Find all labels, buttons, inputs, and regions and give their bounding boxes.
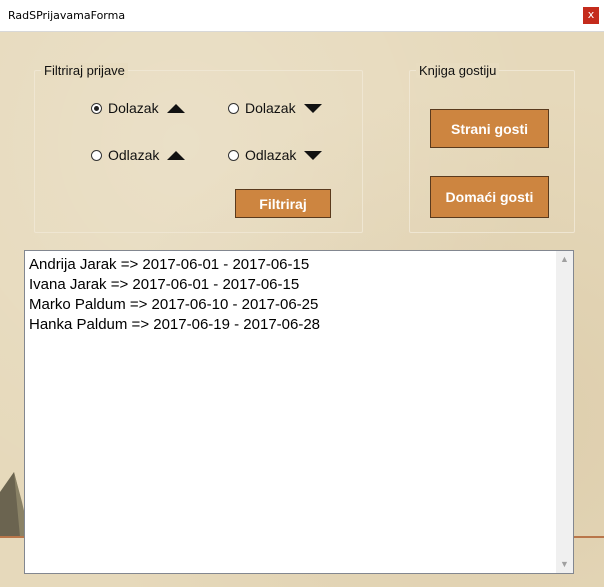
registrations-listbox[interactable]: Andrija Jarak => 2017-06-01 - 2017-06-15… (24, 250, 574, 574)
close-button[interactable]: x (583, 7, 599, 24)
radio-dot-odlazak-asc[interactable] (91, 149, 102, 161)
domestic-guests-button[interactable]: Domaći gosti (430, 176, 549, 218)
form-client-area: Filtriraj prijave Dolazak Dolazak Odlaza… (0, 32, 604, 587)
title-bar: RadSPrijavamaForma x (0, 0, 604, 32)
filter-groupbox: Filtriraj prijave Dolazak Dolazak Odlaza… (34, 63, 363, 233)
radio-odlazak-desc[interactable]: Odlazak (228, 147, 323, 163)
radio-label-dolazak-asc: Dolazak (108, 100, 159, 116)
filter-group-label: Filtriraj prijave (41, 63, 128, 78)
vertical-scrollbar[interactable]: ▲ ▼ (556, 251, 573, 573)
foreign-guests-button[interactable]: Strani gosti (430, 109, 549, 148)
guestbook-group-label: Knjiga gostiju (416, 63, 500, 78)
list-item[interactable]: Marko Paldum => 2017-06-10 - 2017-06-25 (25, 295, 320, 315)
radio-dot-dolazak-asc[interactable] (91, 102, 102, 114)
radio-dot-odlazak-desc[interactable] (228, 149, 239, 161)
radio-dolazak-asc[interactable]: Dolazak (91, 100, 185, 116)
radio-dot-dolazak-desc[interactable] (228, 102, 239, 114)
radio-label-dolazak-desc: Dolazak (245, 100, 296, 116)
list-item[interactable]: Andrija Jarak => 2017-06-01 - 2017-06-15 (25, 255, 320, 275)
window-title: RadSPrijavamaForma (8, 9, 126, 22)
filter-button[interactable]: Filtriraj (235, 189, 331, 218)
radio-dolazak-desc[interactable]: Dolazak (228, 100, 322, 116)
list-item[interactable]: Hanka Paldum => 2017-06-19 - 2017-06-28 (25, 315, 320, 335)
scroll-up-icon[interactable]: ▲ (556, 251, 573, 268)
list-item[interactable]: Ivana Jarak => 2017-06-01 - 2017-06-15 (25, 275, 320, 295)
sort-descending-icon (304, 150, 323, 160)
radio-label-odlazak-asc: Odlazak (108, 147, 160, 163)
radio-odlazak-asc[interactable]: Odlazak (91, 147, 186, 163)
guestbook-groupbox: Knjiga gostiju Strani gosti Domaći gosti (409, 63, 575, 233)
scroll-down-icon[interactable]: ▼ (556, 556, 573, 573)
list-items: Andrija Jarak => 2017-06-01 - 2017-06-15… (25, 255, 320, 335)
sort-descending-icon (303, 103, 322, 113)
radio-label-odlazak-desc: Odlazak (245, 147, 297, 163)
sort-ascending-icon (167, 150, 186, 160)
sort-ascending-icon (166, 103, 185, 113)
